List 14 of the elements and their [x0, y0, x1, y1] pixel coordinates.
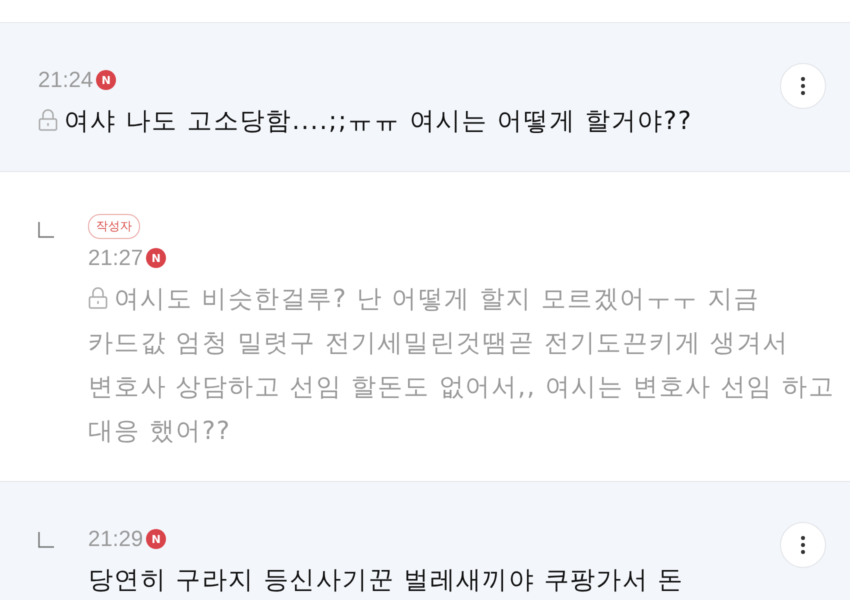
author-badge: 작성자	[88, 214, 140, 239]
more-vertical-icon	[801, 77, 805, 95]
comment-text: 여샤 나도 고소당함....;;ㅠㅠ 여시는 어떻게 할거야??	[38, 99, 842, 143]
new-badge: N	[96, 70, 116, 90]
comment-time: 21:29	[88, 526, 144, 552]
comment-time: 21:27	[88, 245, 144, 271]
more-menu-button[interactable]	[780, 522, 826, 568]
comment-time: 21:24	[38, 67, 94, 93]
new-badge: N	[146, 529, 166, 549]
more-menu-button[interactable]	[780, 63, 826, 109]
comment-text: 여시도 비슷한걸루? 난 어떻게 할지 모르겠어ㅜㅜ 지금 카드값 엄청 밀렷구 전기세밀린것땜곧 전기도끈키게 생겨서 변호사 상담하고 선임 할돈도 없어서,, 여시는 변호사 선임 하고 대응 했어??	[88, 283, 836, 447]
new-badge: N	[146, 248, 166, 268]
more-vertical-icon	[801, 536, 805, 554]
comment-text: 당연히 구라지 등신사기꾼 벌레새끼야 쿠팡가서 돈	[88, 564, 685, 596]
